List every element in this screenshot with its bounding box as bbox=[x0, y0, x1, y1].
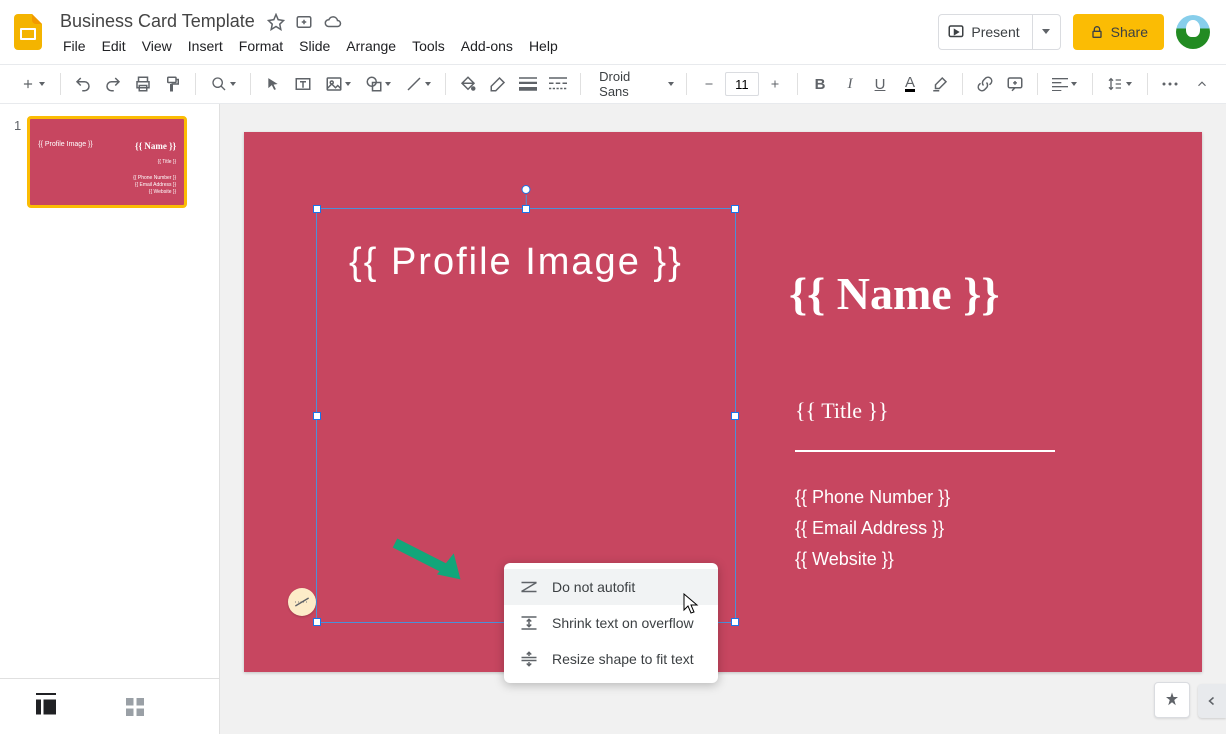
align-button[interactable] bbox=[1046, 70, 1084, 98]
cloud-status-icon[interactable] bbox=[323, 13, 343, 31]
annotation-arrow-icon bbox=[390, 535, 470, 585]
slide-thumbnail-1[interactable]: {{ Profile Image }} {{ Name }} {{ Title … bbox=[27, 116, 187, 208]
autofit-context-menu: Do not autofit Shrink text on overflow R… bbox=[504, 563, 718, 683]
slides-logo[interactable] bbox=[8, 8, 48, 56]
menu-help[interactable]: Help bbox=[522, 34, 565, 58]
text-color-button[interactable]: A bbox=[896, 70, 924, 98]
menu-slide[interactable]: Slide bbox=[292, 34, 337, 58]
show-side-panel-button[interactable] bbox=[1198, 684, 1226, 718]
select-tool[interactable] bbox=[259, 70, 287, 98]
autofit-indicator-icon[interactable] bbox=[288, 588, 316, 616]
move-icon[interactable] bbox=[295, 13, 313, 31]
menu-bar: File Edit View Insert Format Slide Arran… bbox=[56, 34, 938, 60]
slide-panel: 1 {{ Profile Image }} {{ Name }} {{ Titl… bbox=[0, 104, 220, 734]
menu-insert[interactable]: Insert bbox=[181, 34, 230, 58]
menu-format[interactable]: Format bbox=[232, 34, 290, 58]
title-placeholder[interactable]: {{ Title }} bbox=[795, 398, 889, 424]
zoom-button[interactable] bbox=[204, 70, 242, 98]
canvas-area[interactable]: {{ Profile Image }} {{ Name }} {{ Title … bbox=[220, 104, 1226, 734]
line-spacing-button[interactable] bbox=[1101, 70, 1139, 98]
lock-icon bbox=[1089, 24, 1105, 40]
resize-handle-sw[interactable] bbox=[313, 618, 321, 626]
font-size-decrease[interactable] bbox=[695, 70, 723, 98]
border-weight-button[interactable] bbox=[514, 70, 542, 98]
undo-button[interactable] bbox=[69, 70, 97, 98]
view-switcher bbox=[0, 678, 219, 734]
resize-handle-e[interactable] bbox=[731, 412, 739, 420]
font-family-select[interactable]: Droid Sans bbox=[589, 69, 678, 99]
insert-link-button[interactable] bbox=[971, 70, 999, 98]
insert-comment-button[interactable] bbox=[1001, 70, 1029, 98]
rotate-handle[interactable] bbox=[522, 185, 531, 194]
collapse-toolbar-button[interactable] bbox=[1188, 70, 1216, 98]
slide-number: 1 bbox=[14, 116, 21, 208]
menu-tools[interactable]: Tools bbox=[405, 34, 452, 58]
italic-button[interactable]: I bbox=[836, 70, 864, 98]
image-tool[interactable] bbox=[319, 70, 357, 98]
present-icon bbox=[947, 23, 965, 41]
redo-button[interactable] bbox=[99, 70, 127, 98]
more-button[interactable] bbox=[1156, 70, 1184, 98]
new-slide-button[interactable] bbox=[14, 70, 52, 98]
highlight-color-button[interactable] bbox=[926, 70, 954, 98]
mouse-cursor-icon bbox=[682, 593, 700, 615]
menu-item-resize-shape[interactable]: Resize shape to fit text bbox=[504, 641, 718, 677]
font-size-increase[interactable] bbox=[761, 70, 789, 98]
print-button[interactable] bbox=[129, 70, 157, 98]
profile-image-placeholder[interactable]: {{ Profile Image }} bbox=[349, 240, 683, 284]
document-title[interactable]: Business Card Template bbox=[56, 9, 259, 34]
account-avatar[interactable] bbox=[1176, 15, 1210, 49]
phone-placeholder[interactable]: {{ Phone Number }} bbox=[795, 487, 950, 508]
underline-button[interactable]: U bbox=[866, 70, 894, 98]
menu-file[interactable]: File bbox=[56, 34, 93, 58]
divider-line bbox=[795, 450, 1055, 452]
filmstrip-view-button[interactable] bbox=[36, 693, 56, 715]
resize-handle-w[interactable] bbox=[313, 412, 321, 420]
bold-button[interactable]: B bbox=[806, 70, 834, 98]
menu-arrange[interactable]: Arrange bbox=[339, 34, 403, 58]
resize-handle-ne[interactable] bbox=[731, 205, 739, 213]
resize-handle-se[interactable] bbox=[731, 618, 739, 626]
present-dropdown[interactable] bbox=[1033, 14, 1061, 50]
app-header: Business Card Template File Edit View In… bbox=[0, 0, 1226, 64]
name-placeholder[interactable]: {{ Name }} bbox=[789, 267, 999, 320]
textbox-tool[interactable] bbox=[289, 70, 317, 98]
do-not-autofit-icon bbox=[520, 580, 538, 594]
slide-canvas[interactable]: {{ Profile Image }} {{ Name }} {{ Title … bbox=[244, 132, 1202, 672]
share-button[interactable]: Share bbox=[1073, 14, 1164, 50]
line-tool[interactable] bbox=[399, 70, 437, 98]
menu-edit[interactable]: Edit bbox=[95, 34, 133, 58]
website-placeholder[interactable]: {{ Website }} bbox=[795, 549, 894, 570]
font-size-input[interactable]: 11 bbox=[725, 72, 759, 96]
resize-shape-icon bbox=[520, 651, 538, 667]
border-color-button[interactable] bbox=[484, 70, 512, 98]
fill-color-button[interactable] bbox=[454, 70, 482, 98]
star-icon[interactable] bbox=[267, 13, 285, 31]
resize-handle-nw[interactable] bbox=[313, 205, 321, 213]
toolbar: Droid Sans 11 B I U A bbox=[0, 64, 1226, 104]
email-placeholder[interactable]: {{ Email Address }} bbox=[795, 518, 944, 539]
resize-handle-n[interactable] bbox=[522, 205, 530, 213]
present-button[interactable]: Present bbox=[938, 14, 1032, 50]
border-dash-button[interactable] bbox=[544, 70, 572, 98]
menu-view[interactable]: View bbox=[135, 34, 179, 58]
shrink-text-icon bbox=[520, 615, 538, 631]
shape-tool[interactable] bbox=[359, 70, 397, 98]
explore-button[interactable] bbox=[1154, 682, 1190, 718]
grid-view-button[interactable] bbox=[126, 698, 144, 716]
paint-format-button[interactable] bbox=[159, 70, 187, 98]
menu-addons[interactable]: Add-ons bbox=[454, 34, 520, 58]
